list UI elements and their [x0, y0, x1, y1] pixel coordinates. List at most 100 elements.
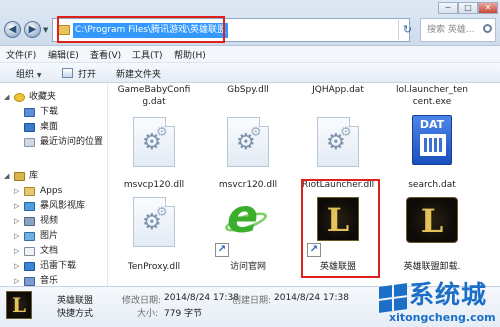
- detail-created-key: 创建日期:: [232, 296, 272, 306]
- sidebar-item-label: 桌面: [40, 122, 59, 132]
- file-msvcr120[interactable]: ⚙ ⚙ msvcr120.dll: [205, 113, 291, 193]
- back-button[interactable]: ◀: [4, 21, 21, 38]
- lol-letter: L: [11, 293, 27, 317]
- file-lol-uninstall[interactable]: L 英雄联盟卸载.: [389, 193, 475, 273]
- new-folder-button[interactable]: 新建文件夹: [116, 67, 161, 80]
- file-tenproxy[interactable]: ⚙ ⚙ TenProxy.dll: [111, 193, 197, 273]
- sidebar-item-label: 库: [29, 171, 39, 181]
- collapsed-icon[interactable]: ▷: [14, 229, 19, 244]
- lol-shortcut-icon: L: [6, 291, 32, 319]
- xunlei-icon: [24, 262, 35, 271]
- sidebar-item-label: 视频: [40, 216, 59, 226]
- search-icon[interactable]: [483, 24, 492, 33]
- gear-file-icon: ⚙ ⚙: [317, 117, 359, 167]
- gear-file-icon: ⚙ ⚙: [133, 117, 175, 167]
- sidebar-item-label: 暴风影视库: [40, 201, 86, 211]
- organize-label: 组织: [16, 70, 35, 80]
- dat-label: DAT: [419, 118, 445, 131]
- menu-file[interactable]: 文件(F): [6, 48, 36, 61]
- file-label: JQHApp.dat: [312, 85, 364, 95]
- folder-icon: [24, 187, 35, 196]
- command-bar: 组织 ▼ 打开 新建文件夹: [0, 63, 500, 83]
- sidebar-libraries[interactable]: ◢ 库: [4, 169, 104, 184]
- menu-view[interactable]: 查看(V): [90, 48, 121, 61]
- sidebar-item-label: 最近访问的位置: [40, 137, 104, 147]
- navigation-pane: ◢ 收藏夹 下载 桌面 最近访问的位置 ◢ 库 ▷ Apps ▷ 暴风影视库 ▷…: [0, 83, 108, 286]
- pictures-icon: [24, 232, 35, 241]
- maximize-button[interactable]: □: [458, 2, 478, 14]
- file-label: GbSpy.dll: [227, 85, 269, 95]
- refresh-icon[interactable]: ↻: [398, 20, 416, 40]
- video-icon: [24, 217, 35, 226]
- video-library-icon: [24, 202, 35, 211]
- organize-button[interactable]: 组织 ▼: [16, 67, 42, 80]
- detail-modified-value: 2014/8/24 17:38: [164, 293, 239, 303]
- lol-letter: L: [326, 201, 350, 239]
- address-toolbar: ─ □ ✕ ◀ ▶ ▼ C:\Program Files\腾讯游戏\英雄联盟 ↻…: [0, 0, 500, 46]
- file-list: GameBabyConfi g.dat GbSpy.dll JQHApp.dat…: [109, 83, 500, 286]
- watermark-text: 系统城: [409, 280, 488, 309]
- sidebar-item-label: 文档: [40, 246, 59, 256]
- sidebar-item-baofeng[interactable]: ▷ 暴风影视库: [14, 199, 106, 214]
- file-label: lol.launcher_ten: [396, 85, 468, 95]
- sidebar-item-videos[interactable]: ▷ 视频: [14, 214, 106, 229]
- windows-logo-icon: [379, 283, 407, 313]
- collapsed-icon[interactable]: ▷: [14, 259, 19, 274]
- minimize-button[interactable]: ─: [438, 2, 458, 14]
- sidebar-item-label: Apps: [40, 186, 63, 196]
- file-official-site-shortcut[interactable]: e ↗ 访问官网: [205, 191, 291, 273]
- downloads-icon: [24, 108, 35, 117]
- watermark-url: xitongcheng.com: [389, 311, 496, 324]
- detail-type: 快捷方式: [57, 309, 94, 319]
- menu-help[interactable]: 帮助(H): [174, 48, 206, 61]
- sidebar-item-downloads[interactable]: 下载: [14, 105, 106, 120]
- sidebar-item-label: 下载: [40, 107, 59, 117]
- open-icon: [62, 68, 73, 78]
- collapsed-icon[interactable]: ▷: [14, 214, 19, 229]
- file-msvcp120[interactable]: ⚙ ⚙ msvcp120.dll: [111, 113, 197, 193]
- dat-file-icon: DAT: [412, 115, 452, 165]
- search-input[interactable]: 搜索 英雄...: [420, 18, 496, 42]
- recent-places-icon: [24, 138, 35, 147]
- file-label: msvcp120.dll: [123, 180, 185, 190]
- menu-tools[interactable]: 工具(T): [132, 48, 163, 61]
- collapsed-icon[interactable]: ▷: [14, 199, 19, 214]
- documents-icon: [24, 247, 35, 256]
- sidebar-item-xunlei[interactable]: ▷ 迅雷下载: [14, 259, 106, 274]
- forward-button[interactable]: ▶: [24, 21, 41, 38]
- detail-created-value: 2014/8/24 17:38: [274, 293, 349, 303]
- gear-file-icon: ⚙ ⚙: [227, 117, 269, 167]
- sidebar-item-apps[interactable]: ▷ Apps: [14, 184, 106, 199]
- sidebar-item-documents[interactable]: ▷ 文档: [14, 244, 106, 259]
- close-button[interactable]: ✕: [478, 2, 498, 14]
- sidebar-item-recent[interactable]: 最近访问的位置: [14, 135, 106, 150]
- sidebar-favorites[interactable]: ◢ 收藏夹: [4, 90, 104, 105]
- file-search-dat[interactable]: DAT search.dat: [389, 113, 475, 193]
- file-lol-shortcut[interactable]: L ↗ 英雄联盟: [295, 193, 381, 273]
- file-label: search.dat: [408, 180, 456, 190]
- file-label: GameBabyConfi: [117, 85, 191, 95]
- open-button[interactable]: 打开: [78, 67, 96, 80]
- file-label: 访问官网: [229, 262, 266, 272]
- watermark: 系统城 xitongcheng.com: [375, 278, 500, 327]
- desktop-icon: [24, 123, 35, 132]
- collapsed-icon[interactable]: ▷: [14, 184, 19, 199]
- expand-icon: ◢: [4, 172, 10, 180]
- sidebar-item-label: 图片: [40, 231, 59, 241]
- address-highlight-box: [57, 16, 225, 43]
- file-label: TenProxy.dll: [127, 262, 181, 272]
- sidebar-item-pictures[interactable]: ▷ 图片: [14, 229, 106, 244]
- search-placeholder: 搜索 英雄...: [427, 25, 475, 35]
- file-label: cent.exe: [412, 97, 452, 107]
- sidebar-item-desktop[interactable]: 桌面: [14, 120, 106, 135]
- detail-name: 英雄联盟: [57, 296, 94, 306]
- chevron-down-icon: ▼: [36, 72, 42, 79]
- file-label: 英雄联盟: [319, 262, 356, 272]
- collapsed-icon[interactable]: ▷: [14, 244, 19, 259]
- menu-bar: 文件(F) 编辑(E) 查看(V) 工具(T) 帮助(H): [0, 46, 500, 63]
- explorer-window: ─ □ ✕ ◀ ▶ ▼ C:\Program Files\腾讯游戏\英雄联盟 ↻…: [0, 0, 500, 327]
- file-label: g.dat: [142, 97, 166, 107]
- recent-pages-dropdown[interactable]: ▼: [43, 26, 48, 34]
- shortcut-arrow-icon: ↗: [215, 243, 229, 257]
- menu-edit[interactable]: 编辑(E): [48, 48, 79, 61]
